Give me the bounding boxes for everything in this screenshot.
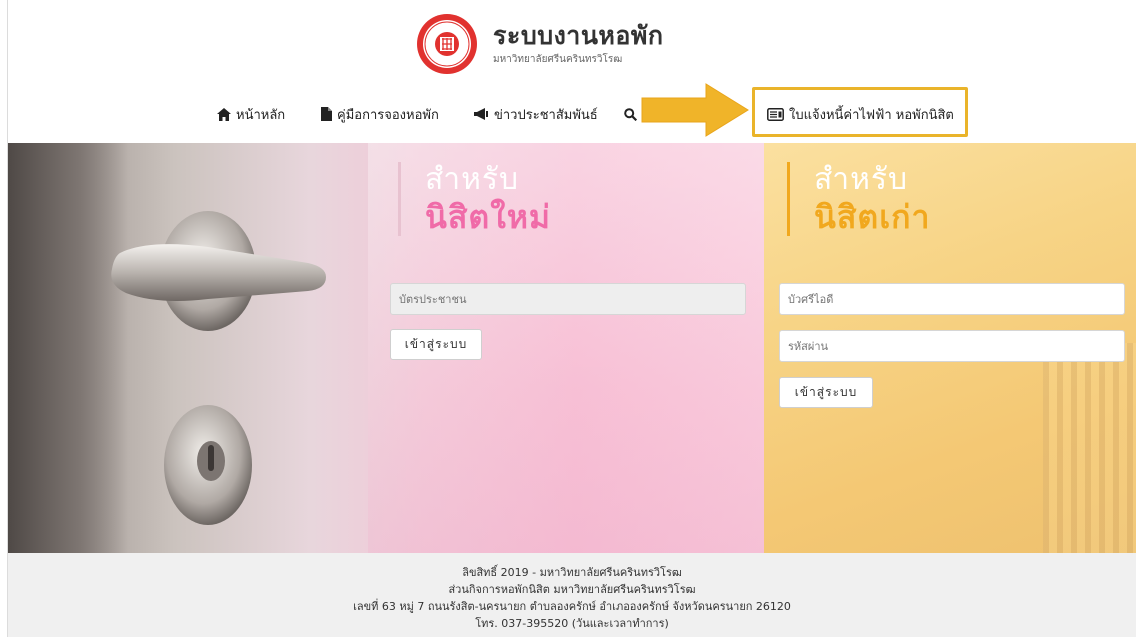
nav-home-label: หน้าหลัก bbox=[236, 107, 286, 123]
new-student-login-button[interactable]: เข้าสู่ระบบ bbox=[390, 329, 482, 360]
footer-phone: โทร. 037-395520 (วันและเวลาทำการ) bbox=[475, 617, 669, 630]
old-students-heading: สำหรับ นิสิตเก่า bbox=[787, 162, 930, 236]
nav-news[interactable]: ข่าวประชาสัมพันธ์ bbox=[474, 100, 598, 128]
highlight-box bbox=[752, 87, 968, 137]
site-title: ระบบงานหอพัก bbox=[493, 21, 664, 50]
nav-manual[interactable]: คู่มือการจองหอพัก bbox=[321, 100, 439, 128]
new-students-line1: สำหรับ bbox=[425, 162, 520, 197]
old-students-line1: สำหรับ bbox=[814, 162, 909, 197]
nav-manual-label: คู่มือการจองหอพัก bbox=[337, 107, 439, 123]
old-students-line2: นิสิตเก่า bbox=[814, 198, 931, 236]
home-icon bbox=[217, 107, 231, 121]
door-background-image bbox=[8, 143, 768, 553]
site-brand[interactable]: ระบบงานหอพัก มหาวิทยาลัยศรีนครินทรวิโรฒ bbox=[415, 12, 664, 76]
footer-address: เลขที่ 63 หมู่ 7 ถนนรังสิต-นครนายก ตำบลอ… bbox=[353, 600, 791, 613]
footer-copyright: ลิขสิทธิ์ 2019 - มหาวิทยาลัยศรีนครินทรวิ… bbox=[462, 566, 682, 579]
footer: ลิขสิทธิ์ 2019 - มหาวิทยาลัยศรีนครินทรวิ… bbox=[8, 553, 1136, 637]
new-students-heading: สำหรับ นิสิตใหม่ bbox=[398, 162, 551, 236]
site-subtitle: มหาวิทยาลัยศรีนครินทรวิโรฒ bbox=[493, 54, 623, 65]
search-icon bbox=[624, 107, 637, 121]
new-students-line2: นิสิตใหม่ bbox=[425, 198, 551, 236]
document-icon bbox=[321, 107, 332, 121]
megaphone-icon bbox=[474, 108, 489, 120]
buasri-id-input[interactable] bbox=[779, 283, 1125, 315]
nav-home[interactable]: หน้าหลัก bbox=[217, 100, 285, 128]
building-background-image bbox=[1043, 343, 1136, 553]
university-seal-logo bbox=[415, 12, 479, 76]
footer-division: ส่วนกิจการหอพักนิสิต มหาวิทยาลัยศรีนคริน… bbox=[448, 583, 696, 596]
arrow-annotation-icon bbox=[640, 83, 752, 141]
old-student-login-button[interactable]: เข้าสู่ระบบ bbox=[779, 377, 873, 408]
nav-news-label: ข่าวประชาสัมพันธ์ bbox=[494, 107, 598, 123]
national-id-input[interactable] bbox=[390, 283, 746, 315]
password-input[interactable] bbox=[779, 330, 1125, 362]
